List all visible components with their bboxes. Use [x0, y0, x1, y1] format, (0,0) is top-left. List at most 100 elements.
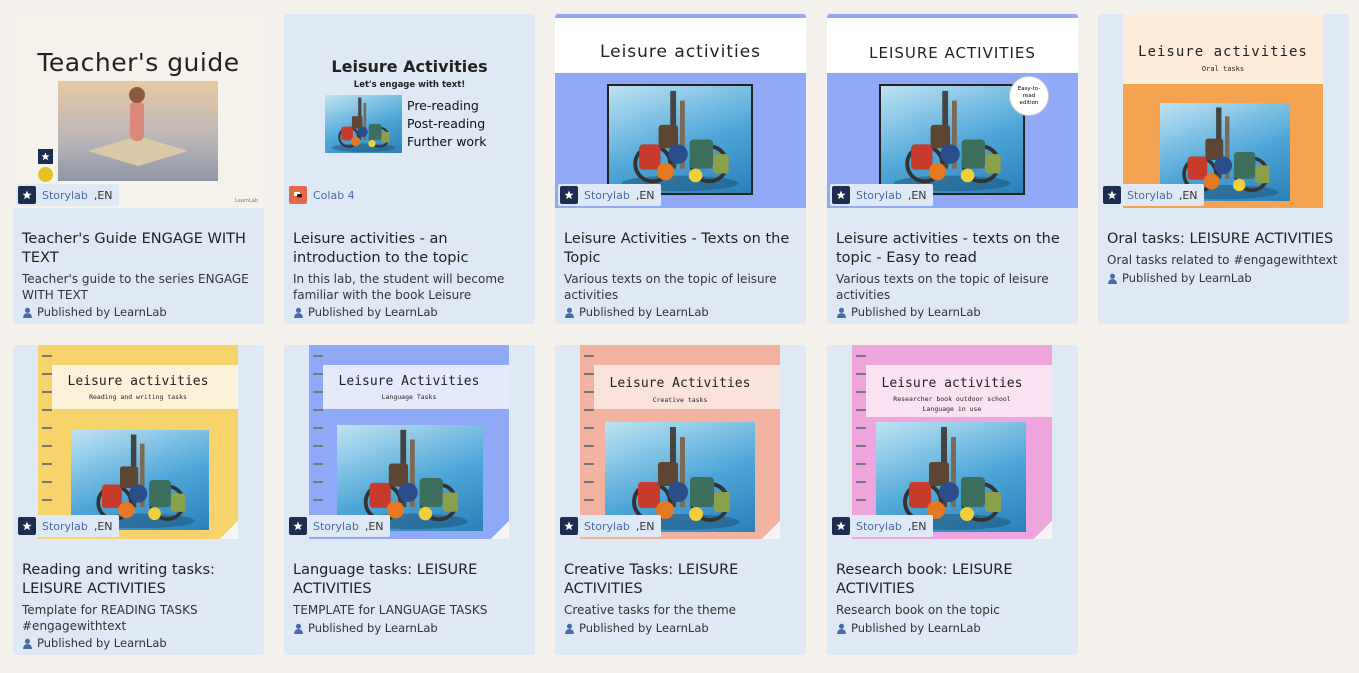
cover-item: Pre-reading	[407, 98, 479, 113]
card-title[interactable]: Teacher's Guide ENGAGE WITH TEXT	[22, 230, 258, 268]
person-icon	[836, 623, 847, 634]
spiral-binding	[856, 345, 866, 539]
source-label[interactable]: Storylab	[1127, 189, 1173, 202]
publisher: Published by LearnLab	[293, 621, 438, 635]
storylab-icon	[289, 517, 307, 535]
storylab-icon	[832, 517, 850, 535]
source-badge: Storylab ,EN	[830, 515, 933, 537]
language-label: ,EN	[364, 519, 384, 533]
cover-image: Leisure Activities Let's engage with tex…	[284, 14, 535, 208]
storylab-icon	[18, 186, 36, 204]
publisher: Published by LearnLab	[836, 305, 981, 319]
source-badge: Colab 4	[287, 184, 367, 206]
card-leisure-texts[interactable]: Leisure activities Storylab ,EN Leisure …	[555, 14, 806, 324]
source-label[interactable]: Storylab	[42, 520, 88, 533]
card-title[interactable]: Language tasks: LEISURE ACTIVITIES	[293, 561, 529, 599]
source-badge: Storylab ,EN	[558, 515, 661, 537]
cover-page: Leisure activities Researcher book outdo…	[852, 345, 1052, 539]
source-label[interactable]: Storylab	[856, 189, 902, 202]
cover-heading: Leisure activities	[67, 374, 209, 389]
card-description: Various texts on the topic of leisure ac…	[836, 272, 1049, 302]
cover-heading: Leisure activities	[1138, 44, 1308, 60]
card-description: Oral tasks related to #engagewithtext	[1107, 253, 1338, 267]
publisher-label: Published by LearnLab	[851, 305, 981, 319]
card-oral-tasks[interactable]: Leisure activities Oral tasks Storylab ,…	[1098, 14, 1349, 324]
storylab-icon	[832, 186, 850, 204]
cover-image: Leisure activities Reading and writing t…	[13, 345, 264, 539]
card-title[interactable]: Research book: LEISURE ACTIVITIES	[836, 561, 1072, 599]
person-icon	[836, 307, 847, 318]
card-research-book[interactable]: Leisure activities Researcher book outdo…	[827, 345, 1078, 655]
cover-heading: Teacher's guide	[37, 48, 240, 77]
source-badge: Storylab ,EN	[16, 515, 119, 537]
page-curl	[216, 521, 238, 539]
card-description: Various texts on the topic of leisure ac…	[564, 272, 777, 302]
source-label[interactable]: Storylab	[584, 520, 630, 533]
language-label: ,EN	[635, 519, 655, 533]
card-title[interactable]: Leisure Activities - Texts on the Topic	[564, 230, 800, 268]
cover-image: LEISURE ACTIVITIES Easy-to-read edition …	[827, 14, 1078, 208]
source-badge: Storylab ,EN	[287, 515, 390, 537]
publisher-label: Published by LearnLab	[37, 636, 167, 650]
card-description: TEMPLATE for LANGUAGE TASKS	[293, 603, 488, 617]
card-title[interactable]: Oral tasks: LEISURE ACTIVITIES	[1107, 230, 1343, 249]
person-icon	[564, 307, 575, 318]
source-badge: Storylab ,EN	[830, 184, 933, 206]
cover-photo	[58, 81, 218, 181]
cover-image: Leisure activities Researcher book outdo…	[827, 345, 1078, 539]
publisher-label: Published by LearnLab	[579, 305, 709, 319]
person-icon	[293, 307, 304, 318]
source-label[interactable]: Storylab	[313, 520, 359, 533]
cover-heading: Leisure Activities	[338, 374, 480, 389]
card-description: Research book on the topic	[836, 603, 1000, 617]
cover-heading: Leisure activities	[599, 42, 762, 62]
person-icon	[564, 623, 575, 634]
publisher: Published by LearnLab	[564, 621, 709, 635]
storylab-icon	[560, 517, 578, 535]
spiral-binding	[584, 345, 594, 539]
cover-brand: LearnLab	[235, 198, 258, 204]
publisher-label: Published by LearnLab	[37, 305, 167, 319]
card-title[interactable]: Leisure activities - texts on the topic …	[836, 230, 1072, 268]
cover-subheading: Language Tasks	[381, 393, 437, 401]
card-description: Creative tasks for the theme	[564, 603, 737, 617]
language-label: ,EN	[635, 188, 655, 202]
storylab-icon	[1103, 186, 1121, 204]
card-leisure-easy-read[interactable]: LEISURE ACTIVITIES Easy-to-read edition …	[827, 14, 1078, 324]
person-icon	[293, 623, 304, 634]
cover-image: Leisure activities Storylab ,EN	[555, 14, 806, 208]
card-leisure-intro[interactable]: Leisure Activities Let's engage with tex…	[284, 14, 535, 324]
source-badge: Storylab ,EN	[1101, 184, 1204, 206]
card-language-tasks[interactable]: Leisure Activities Language Tasks Storyl…	[284, 345, 535, 655]
card-reading-writing-tasks[interactable]: Leisure activities Reading and writing t…	[13, 345, 264, 655]
cover-item-list: Pre-reading Post-reading Further work	[407, 97, 486, 151]
language-label: ,EN	[907, 188, 927, 202]
cover-subheading-2: Language in use	[922, 405, 982, 413]
card-title[interactable]: Creative Tasks: LEISURE ACTIVITIES	[564, 561, 800, 599]
cover-subheading: Researcher book outdoor school	[893, 395, 1011, 403]
cover-image: Leisure Activities Creative tasks Storyl…	[555, 345, 806, 539]
publisher: Published by LearnLab	[22, 305, 167, 319]
publisher-label: Published by LearnLab	[579, 621, 709, 635]
publisher-label: Published by LearnLab	[308, 621, 438, 635]
cover-page: Leisure Activities Creative tasks	[580, 345, 780, 539]
source-label[interactable]: Storylab	[856, 520, 902, 533]
source-label[interactable]: Storylab	[584, 189, 630, 202]
source-label[interactable]: Colab 4	[313, 189, 355, 202]
page-curl	[1030, 521, 1052, 539]
cover-heading: LEISURE ACTIVITIES	[869, 44, 1036, 62]
language-label: ,EN	[93, 188, 113, 202]
card-teachers-guide[interactable]: Teacher's guide LearnLab Storylab ,EN Te…	[13, 14, 264, 324]
source-label[interactable]: Storylab	[42, 189, 88, 202]
card-title[interactable]: Leisure activities - an introduction to …	[293, 230, 529, 268]
cover-page: Leisure Activities Language Tasks	[309, 345, 509, 539]
cover-subheading: Reading and writing tasks	[89, 393, 187, 401]
card-title[interactable]: Reading and writing tasks: LEISURE ACTIV…	[22, 561, 258, 599]
publisher: Published by LearnLab	[564, 305, 709, 319]
person-icon	[22, 307, 33, 318]
cover-image: Teacher's guide LearnLab Storylab ,EN	[13, 14, 264, 208]
language-label: ,EN	[93, 519, 113, 533]
publisher: Published by LearnLab	[293, 305, 438, 319]
language-label: ,EN	[1178, 188, 1198, 202]
card-creative-tasks[interactable]: Leisure Activities Creative tasks Storyl…	[555, 345, 806, 655]
